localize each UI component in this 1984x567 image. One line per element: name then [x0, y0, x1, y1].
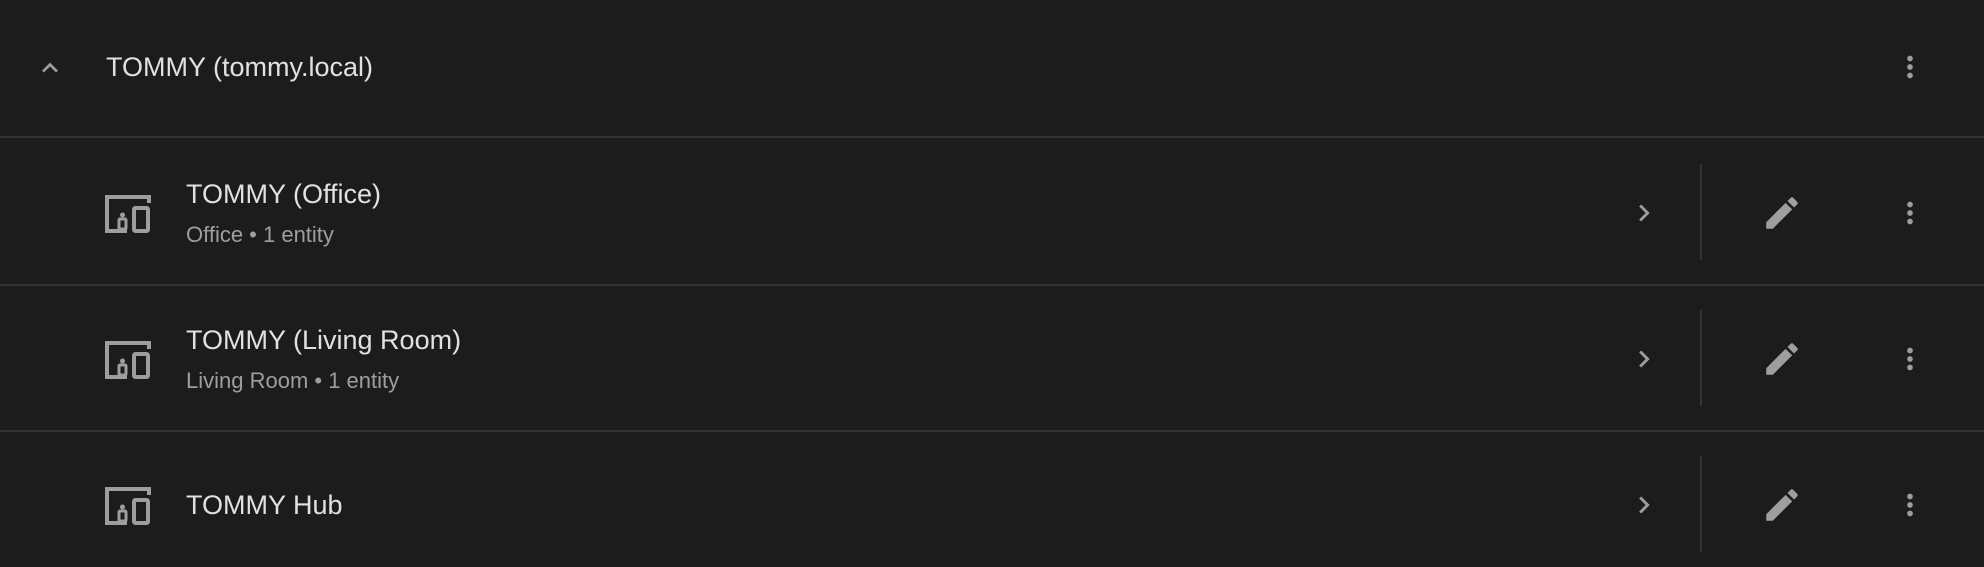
- row-divider: [1700, 310, 1702, 406]
- chevron-up-icon: [42, 62, 58, 73]
- dots-vertical-icon: [1907, 201, 1913, 225]
- device-subtitle: Office • 1 entity: [186, 222, 334, 247]
- collapse-button[interactable]: [26, 44, 74, 92]
- pencil-icon: [1766, 489, 1798, 521]
- edit-device-button[interactable]: [1758, 335, 1806, 383]
- dots-vertical-icon: [1907, 347, 1913, 371]
- dots-vertical-icon: [1907, 493, 1913, 517]
- integration-entry-header: TOMMY (tommy.local): [0, 0, 1984, 138]
- pencil-icon: [1766, 197, 1798, 229]
- entry-overflow-menu-button[interactable]: [1886, 43, 1934, 91]
- open-device-button[interactable]: [1620, 335, 1668, 383]
- open-device-button[interactable]: [1620, 189, 1668, 237]
- open-device-button[interactable]: [1620, 481, 1668, 529]
- edit-device-button[interactable]: [1758, 189, 1806, 237]
- device-subtitle: Living Room • 1 entity: [186, 368, 400, 393]
- device-row-hub[interactable]: TOMMY Hub: [0, 432, 1984, 567]
- device-row-office[interactable]: TOMMY (Office) Office • 1 entity: [0, 140, 1984, 286]
- device-name: TOMMY Hub: [186, 490, 343, 520]
- device-overflow-menu-button[interactable]: [1886, 335, 1934, 383]
- integration-entry-title: TOMMY (tommy.local): [106, 52, 374, 82]
- devices-icon: [105, 487, 151, 525]
- chevron-right-icon: [1639, 204, 1650, 222]
- devices-icon: [105, 195, 151, 233]
- device-name: TOMMY (Living Room): [186, 325, 462, 355]
- devices-icon: [105, 341, 151, 379]
- device-overflow-menu-button[interactable]: [1886, 481, 1934, 529]
- device-overflow-menu-button[interactable]: [1886, 189, 1934, 237]
- row-divider: [1700, 164, 1702, 260]
- edit-device-button[interactable]: [1758, 481, 1806, 529]
- chevron-right-icon: [1639, 350, 1650, 368]
- dots-vertical-icon: [1907, 55, 1913, 79]
- integration-entry-panel: TOMMY (tommy.local) TOMMY (Office) Offic…: [0, 0, 1984, 567]
- chevron-right-icon: [1639, 496, 1650, 514]
- pencil-icon: [1766, 343, 1798, 375]
- device-row-living-room[interactable]: TOMMY (Living Room) Living Room • 1 enti…: [0, 286, 1984, 432]
- row-divider: [1700, 456, 1702, 552]
- device-name: TOMMY (Office): [186, 179, 382, 209]
